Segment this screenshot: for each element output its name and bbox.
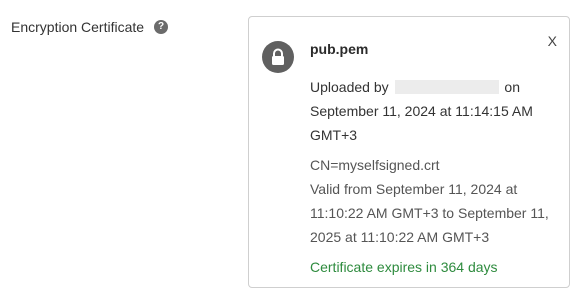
certificate-cn: CN=myselfsigned.crt bbox=[310, 157, 440, 173]
field-label-text: Encryption Certificate bbox=[11, 19, 145, 35]
certificate-settings: Encryption Certificate ? X pub.pem Uploa… bbox=[0, 0, 585, 304]
question-mark-icon[interactable]: ? bbox=[154, 20, 169, 34]
certificate-cn-block: CN=myselfsigned.crt Valid from September… bbox=[310, 153, 562, 249]
uploaded-by-suffix: on bbox=[504, 79, 520, 95]
uploaded-by-prefix: Uploaded by bbox=[310, 79, 389, 95]
certificate-card: X pub.pem Uploaded by on September 11, 2… bbox=[248, 16, 570, 288]
certificate-filename: pub.pem bbox=[310, 41, 369, 57]
lock-icon bbox=[262, 41, 294, 73]
certificate-validity: Valid from September 11, 2024 at 11:10:2… bbox=[310, 181, 549, 245]
uploaded-date: September 11, 2024 at 11:14:15 AM GMT+3 bbox=[310, 103, 533, 143]
certificate-details: Uploaded by on September 11, 2024 at 11:… bbox=[310, 75, 562, 279]
certificate-expiry-status: Certificate expires in 364 days bbox=[310, 259, 498, 275]
encryption-certificate-label: Encryption Certificate ? bbox=[11, 19, 169, 35]
lock-icon-glyph bbox=[272, 48, 284, 65]
close-button[interactable]: X bbox=[548, 34, 557, 48]
redacted-uploader bbox=[394, 80, 499, 94]
upload-info: Uploaded by on September 11, 2024 at 11:… bbox=[310, 75, 562, 147]
